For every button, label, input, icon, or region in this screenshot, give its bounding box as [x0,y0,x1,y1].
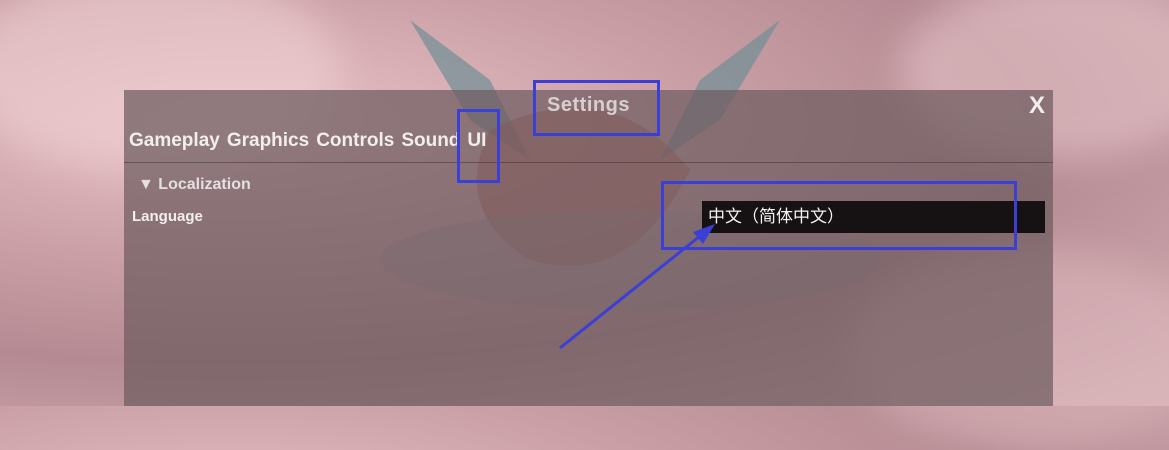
tab-sound[interactable]: Sound [401,130,460,152]
section-label: Localization [158,176,251,193]
highlight-ui-tab [457,109,500,183]
close-icon[interactable]: X [1029,92,1045,120]
tab-gameplay[interactable]: Gameplay [129,130,220,152]
localization-section-header[interactable]: ▼ Localization [138,176,251,194]
settings-tabs: Gameplay Graphics Controls Sound UI [129,130,486,152]
highlight-language-select [661,181,1017,250]
highlight-settings-title [533,80,660,136]
tab-controls[interactable]: Controls [316,130,394,152]
tabs-divider [124,162,1053,163]
triangle-down-icon: ▼ [138,176,154,193]
tab-graphics[interactable]: Graphics [227,130,309,152]
language-label: Language [132,208,203,225]
